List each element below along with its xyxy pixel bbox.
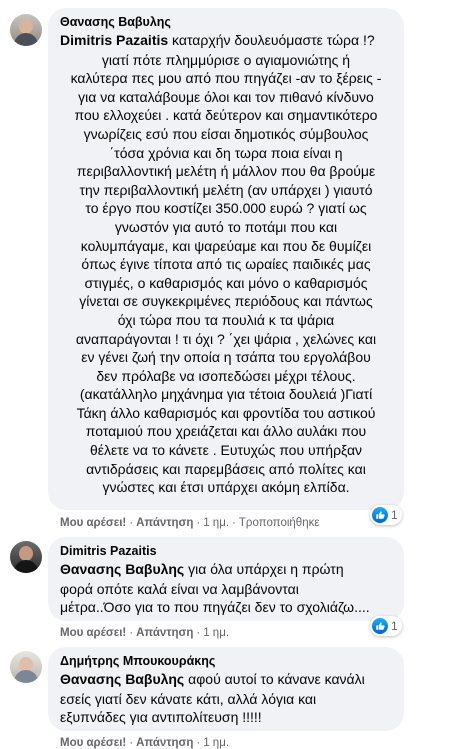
reply-button[interactable]: Απάντηση: [136, 737, 193, 749]
mention-link[interactable]: Θανασης Βαβυλης: [60, 561, 184, 577]
comment-line: εξυπνάδες για αντιπολίτευση !!!!!: [60, 709, 262, 726]
comment-author[interactable]: Dimitris Pazaitis: [60, 543, 392, 559]
reaction-count-value: 1: [391, 619, 398, 633]
avatar[interactable]: [10, 651, 42, 683]
comment-actions: Μου αρέσει! · Απάντηση · 1 ημ.: [60, 627, 230, 639]
reply-button[interactable]: Απάντηση: [136, 517, 193, 529]
avatar[interactable]: [10, 14, 42, 46]
comment-line: μέτρα..Όσο για το που πηγάζει δεν το σχο…: [60, 599, 370, 616]
comment-actions: Μου αρέσει! · Απάντηση · 1 ημ.: [60, 737, 230, 749]
comment-line: Τάκη άλλο καθαρισμός και φροντίδα του ασ…: [76, 404, 376, 421]
comment-text-body: γιατί πότε πλημμύρισε ο αγιαμονιώτης ή κα…: [60, 51, 392, 497]
comment-line: στιγμές, ο καθαρισμός και μόνο ο καθαρισ…: [84, 274, 368, 291]
comment-text-body: φορά οπότε καλά είναι να λαμβάνονται μέτρ…: [60, 580, 392, 617]
comment-line: γνώστες και έτσι υπάρχει ακόμη ελπίδα.: [102, 479, 350, 496]
comment-time[interactable]: 1 ημ.: [203, 737, 229, 749]
reply-button[interactable]: Απάντηση: [136, 627, 193, 639]
comment-line: δεν πρόλαβε να ισοπεδώσει μέχρι τέλους.: [96, 367, 356, 384]
comment-author[interactable]: Θανασης Βαβυλης: [60, 14, 392, 30]
comment-time[interactable]: 1 ημ.: [203, 517, 229, 529]
comment-text-body: εσείς γιατί δεν κάνατε κάτι, αλλά λόγια …: [60, 690, 392, 727]
mention-link[interactable]: Dimitris Pazaitis: [60, 32, 168, 48]
comment-line: ΄τόσα χρόνια και δη τωρα ποια είναι η: [109, 144, 343, 161]
comment-line: για να καταλάβουμε όλοι και τον πιθανό κ…: [78, 88, 374, 105]
comment-actions: Μου αρέσει! · Απάντηση · 1 ημ. · Τροποποιήθηκε: [60, 517, 320, 529]
avatar[interactable]: [10, 541, 42, 573]
comment-text: Θανασης Βαβυλης για όλα υπάρχει η πρώτη: [60, 560, 392, 579]
comment-line: το έργο που κοστίζει 350.000 ευρώ ? γιατ…: [85, 200, 367, 217]
comment-line: όχι τώρα που τα πουλιά κ τα ψάρια: [117, 311, 335, 328]
comment-line: την περιβαλλοντική μελέτη (αν υπάρχει ) …: [79, 181, 373, 198]
comment-line: περιβαλλοντική μελέτη ή μάλλον που θα βρ…: [76, 163, 376, 180]
comment-line: καταρχήν δουλευόμαστε τώρα !?: [168, 32, 375, 48]
comment-line: εσείς γιατί δεν κάνατε κάτι, αλλά λόγια …: [60, 690, 317, 707]
comment-line: όπως έγινε τίποτα από τις ωραίες παιδικέ…: [81, 256, 371, 273]
comment-line: γνωστόν για αυτό το ποτάμι που και: [114, 218, 338, 235]
like-button[interactable]: Μου αρέσει!: [60, 627, 126, 639]
comment-text: Dimitris Pazaitis καταρχήν δουλευόμαστε …: [60, 31, 392, 50]
comment-line: θέλετε να το κάνετε . Ευτυχώς που υπήρξα…: [89, 442, 363, 459]
comment-author[interactable]: Δημήτρης Μπουκουράκης: [60, 653, 392, 669]
comment-bubble: Θανασης Βαβυλης Dimitris Pazaitis καταρχ…: [48, 8, 404, 510]
thumbs-up-icon: [372, 618, 388, 634]
reaction-count[interactable]: 1: [370, 616, 402, 636]
comment-line: αφού αυτοί το κάνανε κανάλι: [184, 671, 365, 687]
comment-line: φορά οπότε καλά είναι να λαμβάνονται: [60, 580, 299, 597]
comment-line: που ελλοχεύει . κατά δεύτερον και σημαντ…: [74, 107, 378, 124]
comment-line: εν γένει ζωή την οποία η τσάπα του εργολ…: [81, 349, 371, 366]
reaction-count-value: 1: [391, 508, 398, 522]
comment-line: (ακατάλληλο μηχάνημα για τέτοια δουλειά …: [79, 386, 373, 403]
comment-line: ποταμιού που χρειάζεται και άλλο αυλάκι …: [85, 423, 367, 440]
comment-bubble: Dimitris Pazaitis Θανασης Βαβυλης για όλ…: [48, 537, 404, 621]
comment-line: καλύτερα πες μου από που πηγάζει -αν το …: [70, 70, 382, 87]
comment-line: γνωρίζεις εσύ που είσαι δημοτικός σύμβου…: [83, 125, 369, 142]
comment-line: γίνεται σε συγκεκριμένες περιόδους και π…: [79, 293, 373, 310]
comment-time[interactable]: 1 ημ.: [203, 627, 229, 639]
reaction-count[interactable]: 1: [370, 505, 402, 525]
comment-text: Θανασης Βαβυλης αφού αυτοί το κάνανε καν…: [60, 670, 392, 689]
edited-label[interactable]: Τροποποιήθηκε: [239, 517, 320, 529]
like-button[interactable]: Μου αρέσει!: [60, 737, 126, 749]
comment-line: γιατί πότε πλημμύρισε ο αγιαμονιώτης ή: [101, 51, 351, 68]
comment-line: για όλα υπάρχει η πρώτη: [184, 561, 344, 577]
mention-link[interactable]: Θανασης Βαβυλης: [60, 671, 184, 687]
comment-bubble: Δημήτρης Μπουκουράκης Θανασης Βαβυλης αφ…: [48, 647, 404, 731]
like-button[interactable]: Μου αρέσει!: [60, 517, 126, 529]
thumbs-up-icon: [372, 507, 388, 523]
comment-line: αναπαράγονται ! τι όχι ? ΄χει ψάρια , χε…: [75, 330, 377, 347]
comment-line: κολυμπάγαμε, και ψαρεύαμε και που δε θυμ…: [80, 237, 372, 254]
comment-line: αντιδράσεις και παρεμβάσεις από πολίτες …: [86, 460, 366, 477]
